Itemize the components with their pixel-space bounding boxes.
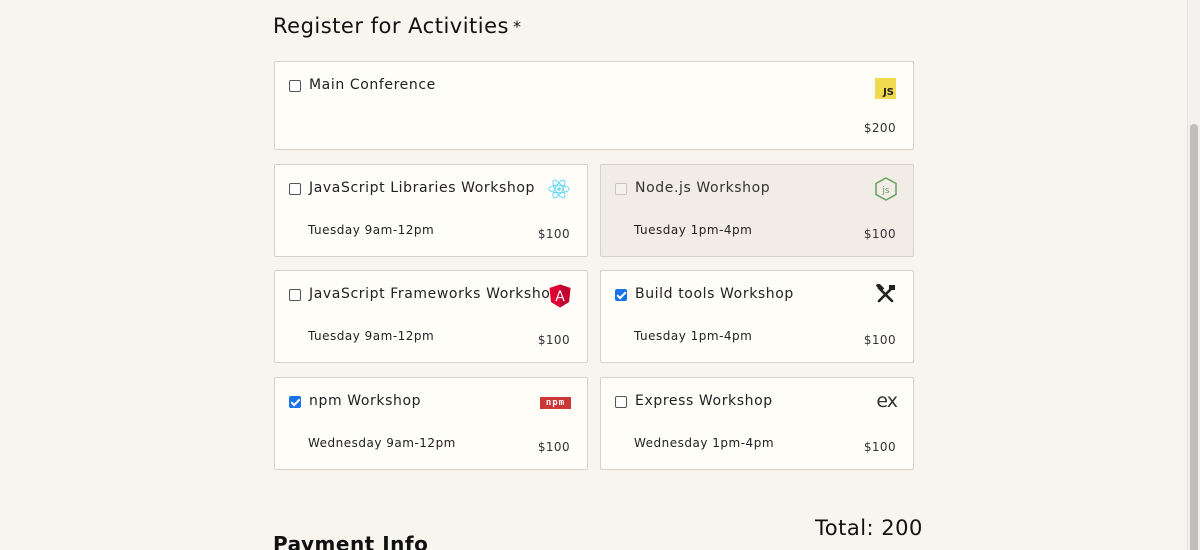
activity-title: Node.js Workshop — [635, 180, 771, 196]
activity-time: Tuesday 1pm-4pm — [634, 329, 753, 343]
activity-card-build-tools[interactable]: Build tools Workshop Tuesday 1pm-4pm $10… — [600, 270, 914, 363]
activity-price: $100 — [537, 333, 570, 347]
activity-title: Main Conference — [309, 77, 436, 93]
activity-title: JavaScript Frameworks Workshop — [309, 286, 560, 302]
activity-price: $100 — [863, 333, 896, 347]
activity-card-express[interactable]: Express Workshop ex Wednesday 1pm-4pm $1… — [600, 377, 914, 470]
svg-text:js: js — [881, 186, 890, 196]
activity-time: Tuesday 9am-12pm — [308, 329, 435, 343]
activity-time: Tuesday 9am-12pm — [308, 223, 435, 237]
angular-logo-icon: A — [549, 284, 571, 312]
activity-title: JavaScript Libraries Workshop — [309, 180, 536, 196]
activity-card-js-libraries[interactable]: JavaScript Libraries Workshop Tuesday 9a… — [274, 164, 588, 257]
express-logo-icon: ex — [876, 390, 898, 412]
express-checkbox[interactable] — [615, 396, 627, 408]
scrollbar-thumb[interactable] — [1190, 124, 1198, 550]
total-cost: Total: 200 — [815, 516, 923, 540]
activity-card-nodejs: Node.js Workshop js Tuesday 1pm-4pm $100 — [600, 164, 914, 257]
activity-price: $200 — [863, 121, 896, 135]
payment-info-heading: Payment Info — [273, 532, 429, 550]
npm-checkbox[interactable] — [289, 396, 301, 408]
activity-price: $100 — [537, 440, 570, 454]
activity-card-js-frameworks[interactable]: JavaScript Frameworks Workshop A Tuesday… — [274, 270, 588, 363]
nodejs-checkbox — [615, 183, 627, 195]
activity-time: Tuesday 1pm-4pm — [634, 223, 753, 237]
nodejs-logo-icon: js — [875, 177, 897, 205]
activity-title: Build tools Workshop — [635, 286, 794, 302]
build-tools-checkbox[interactable] — [615, 289, 627, 301]
js-frameworks-checkbox[interactable] — [289, 289, 301, 301]
svg-text:A: A — [555, 289, 565, 305]
tools-icon — [875, 282, 897, 308]
required-asterisk: * — [513, 17, 522, 36]
page-scrollbar[interactable] — [1187, 0, 1200, 550]
activities-heading: Register for Activities * — [273, 14, 522, 38]
activity-price: $100 — [863, 227, 896, 241]
activity-title: Express Workshop — [635, 393, 773, 409]
activity-price: $100 — [863, 440, 896, 454]
activity-time: Wednesday 1pm-4pm — [634, 436, 775, 450]
activity-time: Wednesday 9am-12pm — [308, 436, 456, 450]
js-libraries-checkbox[interactable] — [289, 183, 301, 195]
js-logo-icon: JS — [875, 78, 896, 99]
main-conference-checkbox[interactable] — [289, 80, 301, 92]
activity-title: npm Workshop — [309, 393, 422, 409]
activities-heading-text: Register for Activities — [273, 14, 509, 38]
activity-card-npm[interactable]: npm Workshop npm Wednesday 9am-12pm $100 — [274, 377, 588, 470]
activity-card-main-conference[interactable]: Main Conference JS $200 — [274, 61, 914, 150]
activity-price: $100 — [537, 227, 570, 241]
npm-logo-icon: npm — [540, 397, 571, 409]
react-logo-icon — [548, 178, 570, 204]
